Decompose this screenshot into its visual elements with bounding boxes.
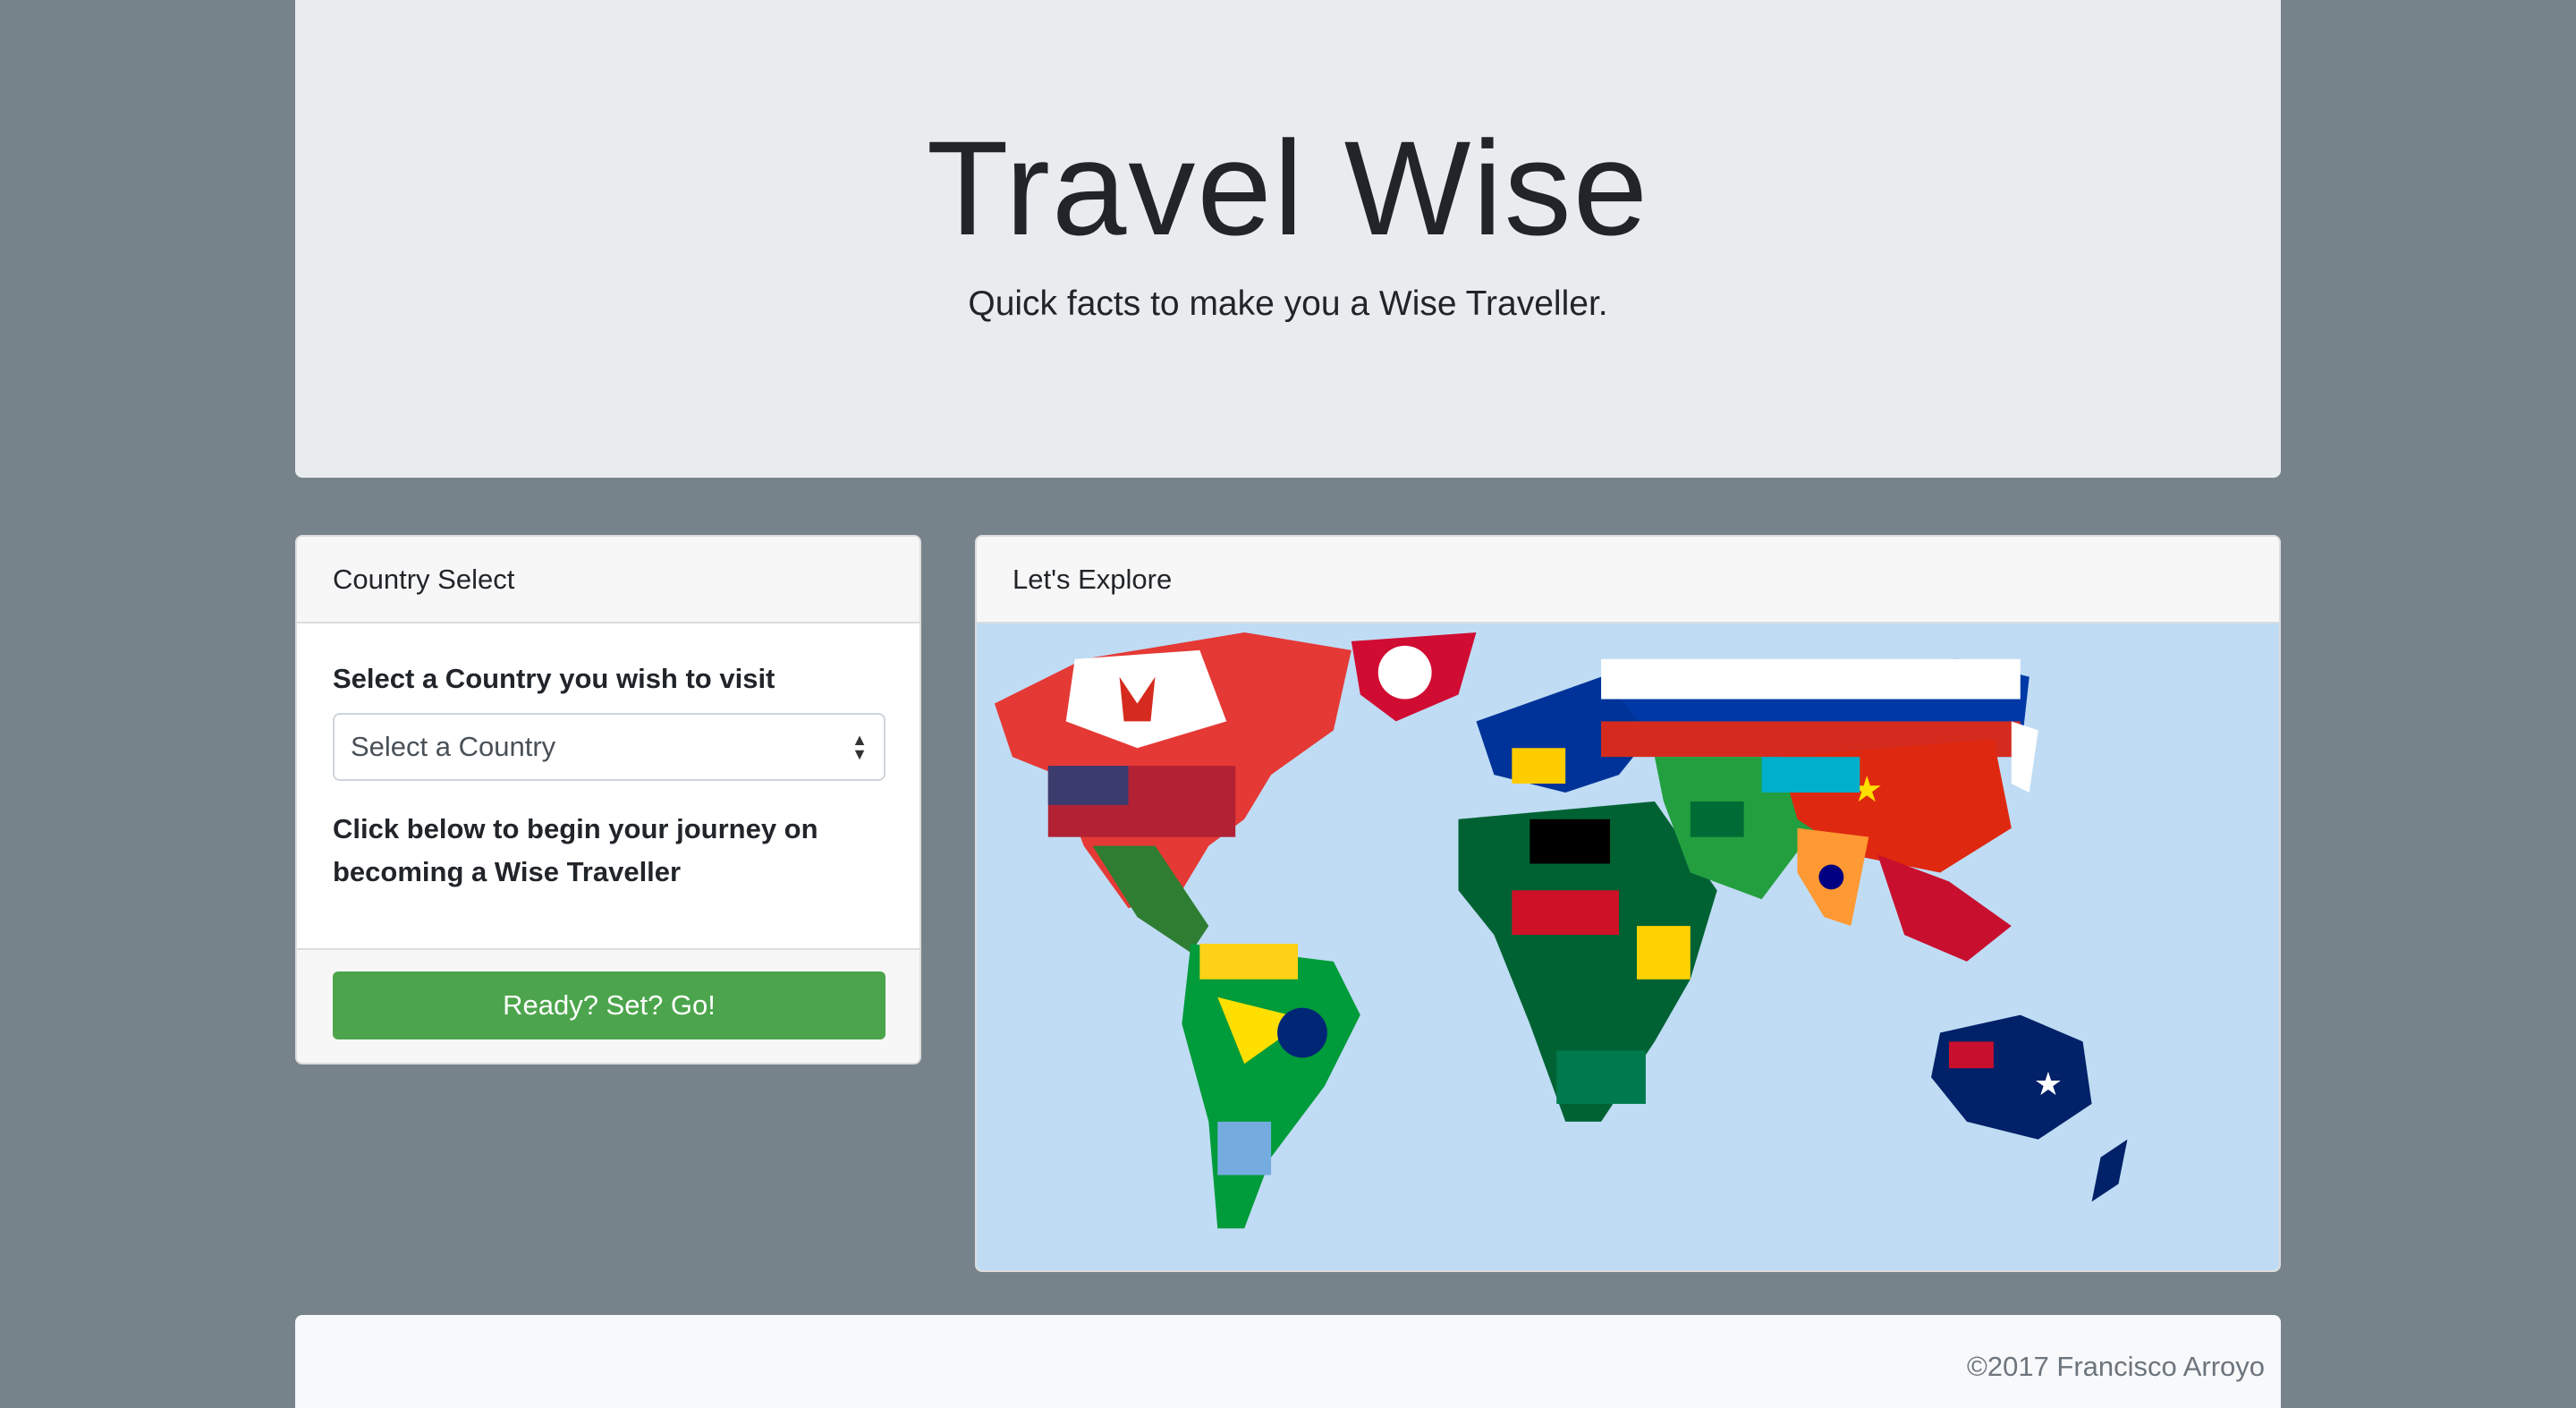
japan-shape — [2011, 721, 2038, 793]
greenland-circle-shape — [1377, 645, 1432, 700]
country-dropdown-value: Select a Country — [351, 731, 556, 762]
saudi-flag-shape — [1690, 801, 1744, 837]
country-select-label: Select a Country you wish to visit — [333, 663, 775, 694]
south-america-shape — [1182, 944, 1360, 1229]
brazil-globe-shape — [1277, 1007, 1327, 1058]
union-jack-shape — [1949, 1041, 1994, 1069]
east-africa-flag-shape — [1636, 926, 1690, 980]
india-wheel-shape — [1818, 864, 1844, 890]
svg-text:★: ★ — [2034, 1066, 2063, 1102]
world-flag-map: ★ ★ — [977, 623, 2279, 1270]
australia-shape — [1931, 1014, 2092, 1140]
europe-flag-shape — [1512, 748, 1566, 785]
country-card-footer: Ready? Set? Go! — [297, 948, 919, 1063]
journey-instruction: Click below to begin your journey on bec… — [333, 813, 818, 887]
explore-header: Let's Explore — [977, 537, 2279, 623]
argentina-flag-shape — [1217, 1121, 1272, 1175]
go-button[interactable]: Ready? Set? Go! — [333, 971, 886, 1039]
libya-flag-shape — [1530, 819, 1611, 864]
venezuela-flag-shape — [1199, 944, 1299, 980]
page-subtitle: Quick facts to make you a Wise Traveller… — [968, 284, 1608, 323]
russia-white-band — [1601, 658, 2021, 700]
usa-canton-shape — [1047, 766, 1129, 805]
dropdown-arrows-icon: ▲ ▼ — [852, 731, 868, 763]
copyright-text: ©2017 Francisco Arroyo — [1967, 1351, 2265, 1382]
new-zealand-shape — [2091, 1139, 2128, 1202]
country-select-card: Country Select Select a Country you wish… — [295, 535, 921, 1064]
country-select-header: Country Select — [297, 537, 919, 623]
page-title: Travel Wise — [926, 113, 1650, 263]
west-africa-flag-shape — [1512, 890, 1620, 936]
footer: ©2017 Francisco Arroyo — [295, 1315, 2281, 1408]
south-africa-flag-shape — [1556, 1050, 1646, 1105]
southeast-asia-shape — [1877, 854, 2012, 962]
kazakhstan-flag-shape — [1761, 757, 1860, 793]
explore-card: Let's Explore ★ ★ — [975, 535, 2281, 1272]
jumbotron: Travel Wise Quick facts to make you a Wi… — [295, 0, 2281, 478]
world-map-icon: ★ ★ — [994, 632, 2128, 1229]
country-dropdown[interactable]: Select a Country ▲ ▼ — [333, 713, 886, 781]
